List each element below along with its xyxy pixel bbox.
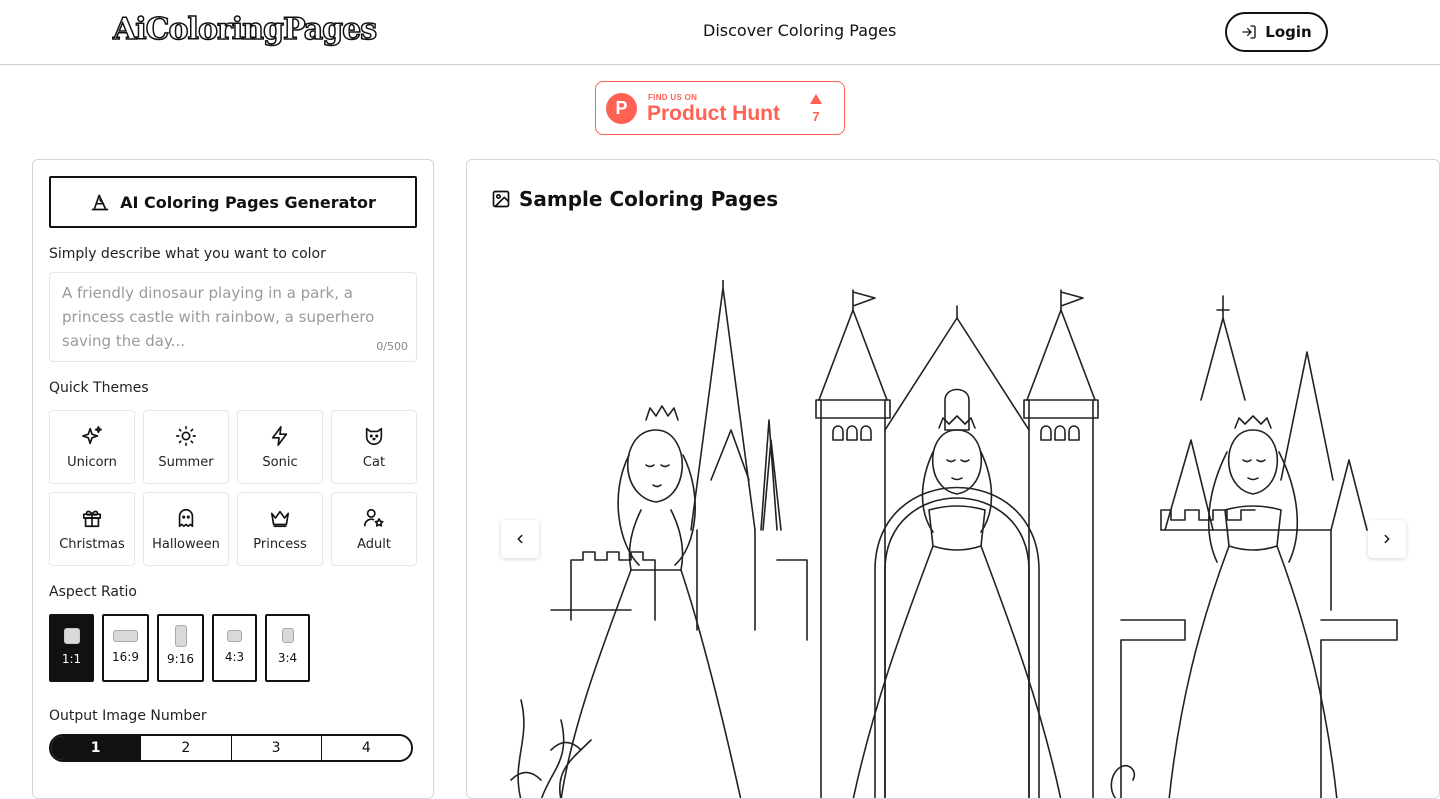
theme-label: Summer [158,454,214,470]
prompt-input[interactable] [62,281,404,351]
theme-label: Sonic [262,454,298,470]
sample-pages-title: Sample Coloring Pages [519,187,779,211]
theme-christmas[interactable]: Christmas [49,492,135,566]
theme-label: Christmas [59,536,125,552]
output-number-selector: 1 2 3 4 [49,734,413,762]
product-hunt-logo-icon: P [606,93,637,124]
upvote-count: 7 [812,109,820,124]
sparkles-icon [82,425,102,444]
lightning-icon [271,425,288,446]
upvote-arrow-icon [810,94,822,104]
prompt-input-box: 0/500 [49,272,417,362]
output-number-3[interactable]: 3 [231,736,322,760]
carousel-prev-button[interactable] [501,520,539,558]
quick-themes-grid: Unicorn Summer Sonic Cat Christmas Hallo… [49,410,417,566]
theme-label: Princess [253,536,307,552]
sample-coloring-image [510,280,1398,798]
product-hunt-badge[interactable]: P FIND US ON Product Hunt 7 [595,81,845,135]
gift-icon [82,510,102,527]
theme-label: Cat [362,454,386,470]
discover-coloring-pages-link[interactable]: Discover Coloring Pages [703,21,896,40]
theme-halloween[interactable]: Halloween [143,492,229,566]
generator-panel: AI Coloring Pages Generator Simply descr… [32,159,434,799]
chevron-left-icon [517,534,523,544]
image-icon [492,190,510,208]
product-hunt-find-us: FIND US ON [648,93,698,102]
sun-icon [176,425,196,446]
output-number-2[interactable]: 2 [141,736,232,760]
login-label: Login [1265,23,1312,41]
aspect-ratio-options: 1:1 16:9 9:16 4:3 3:4 [49,614,310,682]
ratio-shape-icon [63,628,80,644]
aspect-ratio-16-9[interactable]: 16:9 [102,614,149,682]
aspect-ratio-3-4[interactable]: 3:4 [265,614,310,682]
aspect-ratio-4-3[interactable]: 4:3 [212,614,257,682]
output-number-1[interactable]: 1 [51,736,142,760]
ratio-shape-icon [227,630,242,642]
prompt-char-counter: 0/500 [376,340,408,353]
sample-pages-panel: Sample Coloring Pages [466,159,1440,799]
theme-princess[interactable]: Princess [237,492,323,566]
theme-cat[interactable]: Cat [331,410,417,484]
user-star-icon [364,508,384,527]
aspect-ratio-1-1[interactable]: 1:1 [49,614,94,682]
prompt-label: Simply describe what you want to color [49,246,326,262]
ai-generator-label: AI Coloring Pages Generator [120,192,376,212]
theme-label: Adult [357,536,391,552]
wizard-hat-icon [91,194,109,211]
quick-themes-label: Quick Themes [49,380,149,396]
ratio-label: 1:1 [61,652,82,666]
ratio-shape-icon [174,625,187,647]
ai-generator-button[interactable]: AI Coloring Pages Generator [49,176,417,228]
aspect-ratio-label: Aspect Ratio [49,584,137,600]
output-number-label: Output Image Number [49,708,207,724]
ratio-label: 3:4 [277,651,298,665]
theme-adult[interactable]: Adult [331,492,417,566]
product-hunt-name: Product Hunt [647,102,780,125]
ratio-label: 9:16 [167,652,194,666]
ratio-label: 4:3 [224,650,245,664]
site-logo[interactable]: AiColoringPages [112,11,378,48]
theme-summer[interactable]: Summer [143,410,229,484]
top-header: AiColoringPages Discover Coloring Pages … [0,0,1440,65]
sample-pages-heading: Sample Coloring Pages [491,187,778,211]
login-icon [1242,25,1256,39]
ratio-label: 16:9 [112,650,139,664]
theme-label: Unicorn [67,454,117,470]
theme-label: Halloween [152,536,220,552]
aspect-ratio-9-16[interactable]: 9:16 [157,614,204,682]
theme-unicorn[interactable]: Unicorn [49,410,135,484]
crown-icon [270,510,290,527]
carousel-next-button[interactable] [1368,520,1406,558]
ratio-shape-icon [113,630,138,642]
cat-icon [365,427,383,445]
chevron-right-icon [1384,534,1390,544]
output-number-4[interactable]: 4 [321,736,411,760]
theme-sonic[interactable]: Sonic [237,410,323,484]
ratio-shape-icon [281,628,294,643]
login-button[interactable]: Login [1225,12,1328,52]
ghost-icon [178,508,194,527]
